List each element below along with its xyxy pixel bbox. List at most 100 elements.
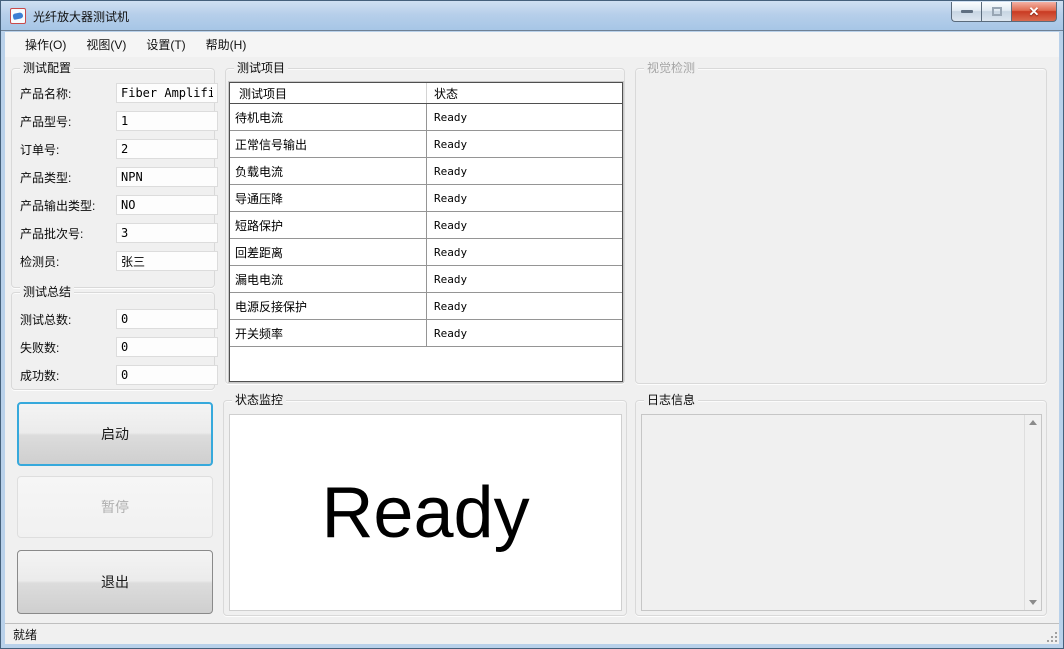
log-scrollbar[interactable] bbox=[1024, 415, 1041, 610]
item-name: 导通压降 bbox=[230, 185, 427, 211]
field-order-number: 订单号: bbox=[20, 139, 206, 159]
test-items-table: 测试项目 状态 待机电流 Ready 正常信号输出 Ready 负载电流 Rea… bbox=[229, 82, 623, 382]
fail-count-label: 失败数: bbox=[20, 339, 59, 356]
table-row[interactable]: 待机电流 Ready bbox=[230, 104, 622, 131]
item-status: Ready bbox=[427, 131, 622, 157]
item-name: 电源反接保护 bbox=[230, 293, 427, 319]
table-row[interactable]: 短路保护 Ready bbox=[230, 212, 622, 239]
maximize-icon bbox=[992, 7, 1002, 16]
window-controls: ✕ bbox=[951, 2, 1057, 22]
field-total-tests: 测试总数: bbox=[20, 309, 206, 329]
status-monitor-value: Ready bbox=[321, 472, 529, 554]
table-row[interactable]: 电源反接保护 Ready bbox=[230, 293, 622, 320]
batch-number-input[interactable] bbox=[116, 223, 218, 243]
field-product-model: 产品型号: bbox=[20, 111, 206, 131]
group-log-info-title: 日志信息 bbox=[644, 393, 698, 407]
group-test-items-title: 测试项目 bbox=[234, 61, 288, 75]
table-row[interactable]: 漏电电流 Ready bbox=[230, 266, 622, 293]
product-model-label: 产品型号: bbox=[20, 113, 71, 130]
inspector-label: 检测员: bbox=[20, 253, 59, 270]
success-count-input[interactable] bbox=[116, 365, 218, 385]
item-status: Ready bbox=[427, 239, 622, 265]
product-type-input[interactable] bbox=[116, 167, 218, 187]
close-icon: ✕ bbox=[1029, 5, 1040, 18]
app-window: 光纤放大器测试机 ✕ 操作(O) 视图(V) 设置(T) 帮助(H) 测试配置 … bbox=[0, 0, 1064, 649]
resize-grip[interactable] bbox=[1047, 632, 1059, 644]
item-name: 回差距离 bbox=[230, 239, 427, 265]
fail-count-input[interactable] bbox=[116, 337, 218, 357]
order-number-label: 订单号: bbox=[20, 141, 59, 158]
statusbar: 就绪 bbox=[5, 623, 1059, 644]
group-status-monitor-title: 状态监控 bbox=[232, 393, 286, 407]
order-number-input[interactable] bbox=[116, 139, 218, 159]
menu-view[interactable]: 视图(V) bbox=[76, 32, 136, 57]
product-name-input[interactable] bbox=[116, 83, 218, 103]
item-status: Ready bbox=[427, 266, 622, 292]
group-status-monitor: 状态监控 Ready bbox=[223, 400, 627, 616]
field-success-count: 成功数: bbox=[20, 365, 206, 385]
field-batch-number: 产品批次号: bbox=[20, 223, 206, 243]
table-header: 测试项目 状态 bbox=[230, 83, 622, 104]
item-name: 漏电电流 bbox=[230, 266, 427, 292]
titlebar[interactable]: 光纤放大器测试机 ✕ bbox=[1, 1, 1063, 31]
item-status: Ready bbox=[427, 320, 622, 346]
item-status: Ready bbox=[427, 185, 622, 211]
total-tests-input[interactable] bbox=[116, 309, 218, 329]
maximize-button[interactable] bbox=[981, 2, 1011, 22]
item-name: 开关频率 bbox=[230, 320, 427, 346]
group-test-summary-title: 测试总结 bbox=[20, 285, 74, 299]
client-area: 测试配置 产品名称: 产品型号: 订单号: 产品类型: bbox=[5, 57, 1059, 623]
field-product-type: 产品类型: bbox=[20, 167, 206, 187]
status-monitor-panel: Ready bbox=[229, 414, 622, 611]
item-name: 短路保护 bbox=[230, 212, 427, 238]
minimize-button[interactable] bbox=[951, 2, 981, 22]
group-test-config-title: 测试配置 bbox=[20, 61, 74, 75]
total-tests-label: 测试总数: bbox=[20, 311, 71, 328]
column-header-name: 测试项目 bbox=[230, 83, 427, 103]
menu-settings[interactable]: 设置(T) bbox=[136, 32, 195, 57]
field-fail-count: 失败数: bbox=[20, 337, 206, 357]
column-header-status: 状态 bbox=[427, 85, 622, 102]
table-row[interactable]: 正常信号输出 Ready bbox=[230, 131, 622, 158]
output-type-label: 产品输出类型: bbox=[20, 197, 95, 214]
menu-operate[interactable]: 操作(O) bbox=[15, 32, 76, 57]
statusbar-text: 就绪 bbox=[13, 626, 37, 643]
item-name: 待机电流 bbox=[230, 104, 427, 130]
group-vision-inspection-title: 视觉检测 bbox=[644, 61, 698, 75]
log-textarea[interactable] bbox=[641, 414, 1042, 611]
field-product-name: 产品名称: bbox=[20, 83, 206, 103]
exit-button[interactable]: 退出 bbox=[17, 550, 213, 614]
field-inspector: 检测员: bbox=[20, 251, 206, 271]
summary-fields: 测试总数: 失败数: 成功数: bbox=[20, 309, 206, 385]
group-test-summary: 测试总结 测试总数: 失败数: 成功数: bbox=[11, 292, 215, 390]
start-button[interactable]: 启动 bbox=[17, 402, 213, 466]
window-title: 光纤放大器测试机 bbox=[33, 8, 129, 25]
item-status: Ready bbox=[427, 212, 622, 238]
menu-help[interactable]: 帮助(H) bbox=[196, 32, 257, 57]
config-fields: 产品名称: 产品型号: 订单号: 产品类型: 产品输出类型: bbox=[20, 83, 206, 271]
menubar: 操作(O) 视图(V) 设置(T) 帮助(H) bbox=[5, 32, 1059, 57]
item-status: Ready bbox=[427, 158, 622, 184]
field-output-type: 产品输出类型: bbox=[20, 195, 206, 215]
item-name: 正常信号输出 bbox=[230, 131, 427, 157]
table-row[interactable]: 回差距离 Ready bbox=[230, 239, 622, 266]
minimize-icon bbox=[961, 10, 973, 13]
scroll-down-icon[interactable] bbox=[1029, 600, 1037, 605]
batch-number-label: 产品批次号: bbox=[20, 225, 83, 242]
pause-button[interactable]: 暂停 bbox=[17, 476, 213, 538]
table-row[interactable]: 导通压降 Ready bbox=[230, 185, 622, 212]
item-name: 负载电流 bbox=[230, 158, 427, 184]
product-type-label: 产品类型: bbox=[20, 169, 71, 186]
table-row[interactable]: 开关频率 Ready bbox=[230, 320, 622, 347]
inspector-input[interactable] bbox=[116, 251, 218, 271]
product-name-label: 产品名称: bbox=[20, 85, 71, 102]
output-type-input[interactable] bbox=[116, 195, 218, 215]
scroll-up-icon[interactable] bbox=[1029, 420, 1037, 425]
success-count-label: 成功数: bbox=[20, 367, 59, 384]
product-model-input[interactable] bbox=[116, 111, 218, 131]
table-row[interactable]: 负载电流 Ready bbox=[230, 158, 622, 185]
item-status: Ready bbox=[427, 293, 622, 319]
app-icon bbox=[10, 8, 26, 24]
group-vision-inspection: 视觉检测 bbox=[635, 68, 1047, 384]
close-button[interactable]: ✕ bbox=[1011, 2, 1057, 22]
